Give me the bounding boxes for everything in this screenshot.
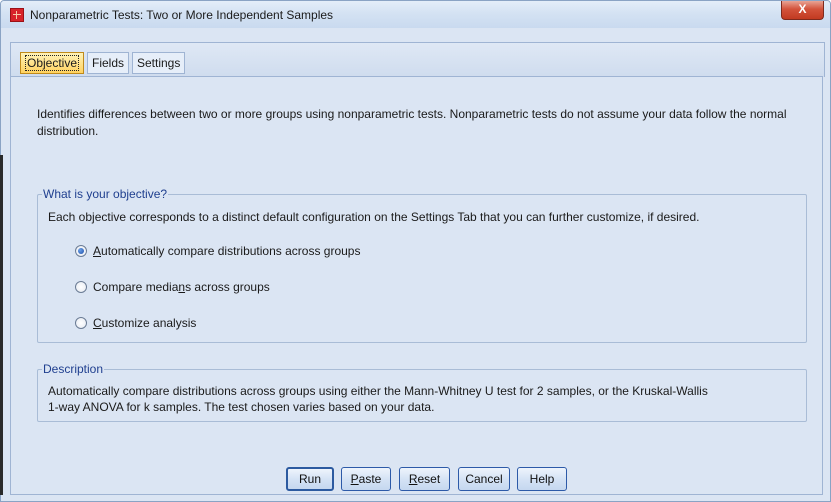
window-title: Nonparametric Tests: Two or More Indepen… — [30, 8, 334, 22]
paste-button[interactable]: Paste — [341, 467, 391, 491]
title-bar[interactable]: Nonparametric Tests: Two or More Indepen… — [1, 1, 830, 28]
tab-settings-label: Settings — [137, 56, 181, 70]
description-line-2: 1-way ANOVA for k samples. The test chos… — [48, 400, 435, 414]
app-table-icon — [10, 8, 24, 22]
radio-selected-icon[interactable] — [75, 245, 87, 257]
description-line-1: Automatically compare distributions acro… — [48, 384, 708, 398]
radio-auto-compare-label: Automatically compare distributions acro… — [93, 244, 361, 258]
tab-objective-label: Objective — [25, 55, 80, 71]
radio-customize[interactable]: Customize analysis — [75, 316, 196, 330]
run-button[interactable]: Run — [286, 467, 334, 491]
tab-settings[interactable]: Settings — [132, 52, 186, 74]
objective-help-text: Each objective corresponds to a distinct… — [48, 210, 700, 224]
reset-button[interactable]: Reset — [399, 467, 450, 491]
description-legend: Description — [43, 362, 104, 376]
left-edge-marker — [0, 155, 3, 495]
radio-unselected-icon[interactable] — [75, 317, 87, 329]
help-button[interactable]: Help — [517, 467, 567, 491]
radio-compare-medians[interactable]: Compare medians across groups — [75, 280, 270, 294]
close-button[interactable]: X — [781, 1, 824, 20]
tab-objective[interactable]: Objective — [20, 52, 85, 74]
tab-strip: Objective Fields Settings — [10, 42, 825, 77]
tab-fields[interactable]: Fields — [87, 52, 130, 74]
radio-auto-compare[interactable]: Automatically compare distributions acro… — [75, 244, 360, 258]
radio-compare-medians-label: Compare medians across groups — [93, 280, 270, 294]
tab-fields-label: Fields — [92, 56, 125, 70]
cancel-button[interactable]: Cancel — [458, 467, 510, 491]
radio-unselected-icon[interactable] — [75, 281, 87, 293]
intro-text: Identifies differences between two or mo… — [37, 107, 787, 138]
radio-customize-label: Customize analysis — [93, 316, 197, 330]
description-text: Automatically compare distributions acro… — [48, 383, 798, 415]
objective-legend: What is your objective? — [43, 187, 168, 201]
